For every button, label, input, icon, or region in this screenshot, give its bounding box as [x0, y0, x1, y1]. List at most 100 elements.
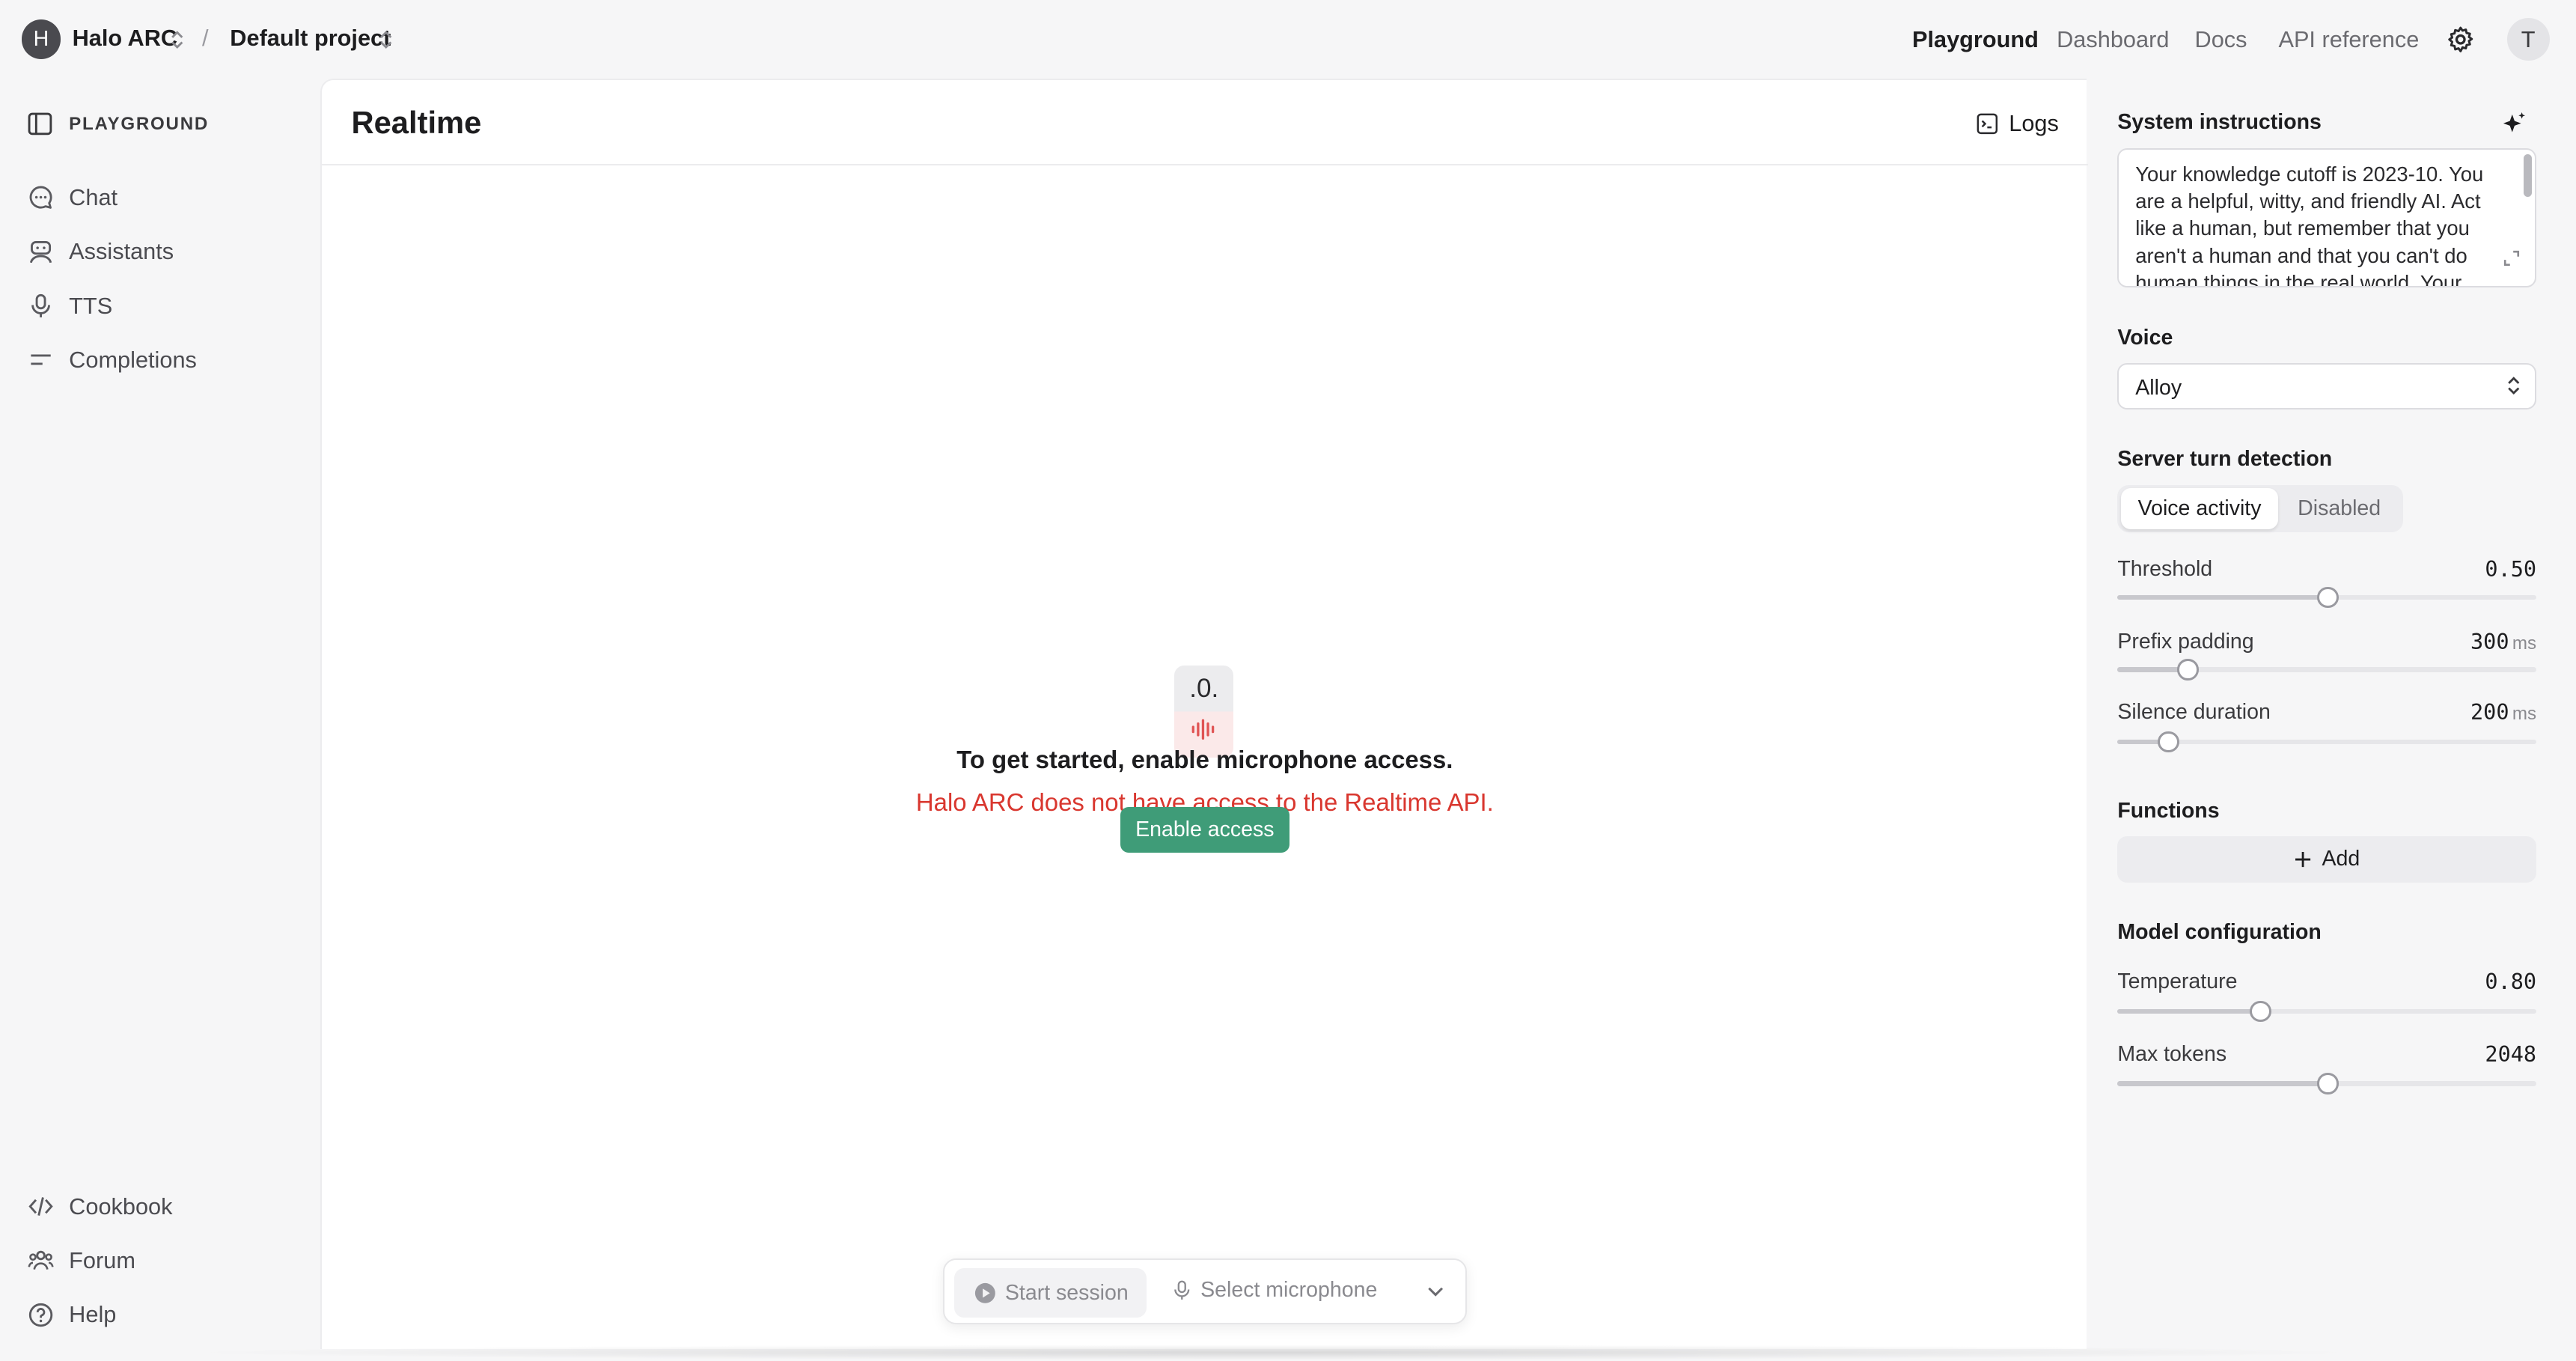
page-title: Realtime — [351, 105, 482, 141]
logs-button[interactable]: Logs — [1976, 110, 2059, 137]
turn-detection-label: Server turn detection — [2117, 447, 2333, 472]
sidebar-item-help[interactable]: Help — [28, 1301, 116, 1328]
model-config-label: Model configuration — [2117, 920, 2322, 945]
silence-duration-unit: ms — [2512, 704, 2537, 725]
add-function-label: Add — [2322, 847, 2360, 871]
sidebar-item-label: Chat — [69, 183, 118, 210]
add-function-button[interactable]: Add — [2117, 836, 2537, 883]
realtime-panel: Realtime Logs .0. To get started, enable… — [320, 79, 2088, 1350]
slider-thumb[interactable] — [2250, 1000, 2271, 1023]
threshold-value: 0.50 — [2485, 557, 2537, 582]
users-icon — [28, 1251, 54, 1270]
nav-dashboard[interactable]: Dashboard — [2057, 26, 2169, 53]
option-disabled[interactable]: Disabled — [2278, 488, 2399, 529]
system-instructions-field[interactable]: Your knowledge cutoff is 2023-10. You ar… — [2117, 147, 2537, 288]
slider-thumb[interactable] — [2317, 1073, 2339, 1094]
sidebar-item-chat[interactable]: Chat — [28, 184, 117, 211]
microphone-icon — [31, 294, 51, 318]
logs-label: Logs — [2009, 109, 2059, 136]
sparkle-icon[interactable] — [2499, 110, 2529, 140]
option-voice-activity[interactable]: Voice activity — [2120, 487, 2279, 529]
sidebar-heading[interactable]: PLAYGROUND — [28, 112, 209, 136]
start-session-button[interactable]: Start session — [953, 1268, 1147, 1318]
slider-thumb[interactable] — [2158, 731, 2179, 753]
code-icon — [28, 1197, 54, 1216]
sidebar-item-label: Cookbook — [69, 1193, 173, 1220]
voice-select[interactable]: Alloy — [2117, 363, 2537, 409]
silence-duration-number: 200 — [2470, 700, 2509, 725]
sidebar-item-cookbook[interactable]: Cookbook — [28, 1193, 173, 1220]
mic-access-message: To get started, enable microphone access… — [956, 746, 1453, 774]
slider-fill — [2117, 1081, 2328, 1086]
sidebar-item-label: Forum — [69, 1247, 135, 1273]
silence-duration-slider[interactable] — [2117, 731, 2537, 753]
scrollbar[interactable] — [2523, 154, 2532, 198]
project-chevron-icon[interactable] — [379, 30, 393, 49]
temperature-slider[interactable] — [2117, 1000, 2537, 1023]
chat-icon — [29, 186, 52, 210]
nav-docs[interactable]: Docs — [2195, 26, 2247, 53]
prefix-padding-number: 300 — [2470, 629, 2509, 654]
max-tokens-value: 2048 — [2485, 1041, 2537, 1067]
silence-duration-label: Silence duration — [2117, 700, 2271, 725]
sidebar-item-forum[interactable]: Forum — [28, 1247, 135, 1274]
threshold-label: Threshold — [2117, 557, 2213, 582]
session-controls: Start session Select microphone — [942, 1258, 1467, 1324]
sidebar-heading-label: PLAYGROUND — [69, 113, 210, 134]
threshold-slider[interactable] — [2117, 586, 2537, 609]
max-tokens-slider[interactable] — [2117, 1073, 2537, 1094]
org-switcher[interactable]: Halo ARC — [73, 25, 178, 52]
sidebar-toggle-icon[interactable] — [28, 112, 52, 136]
prefix-padding-label: Prefix padding — [2117, 629, 2254, 654]
nav-api-reference[interactable]: API reference — [2278, 26, 2419, 53]
plus-icon — [2295, 851, 2311, 868]
sidebar-item-label: TTS — [69, 292, 113, 319]
enable-access-button[interactable]: Enable access — [1120, 806, 1289, 853]
slider-fill — [2117, 594, 2328, 600]
terminal-icon — [1977, 113, 1998, 134]
sidebar-item-tts[interactable]: TTS — [28, 293, 112, 320]
functions-label: Functions — [2117, 798, 2220, 823]
audio-status-badge: .0. — [1174, 665, 1234, 758]
gear-icon[interactable] — [2446, 25, 2476, 55]
slider-thumb[interactable] — [2317, 586, 2339, 609]
bottom-shadow — [180, 1344, 2366, 1361]
app-root: H Halo ARC / Default project Playground … — [0, 0, 2576, 1361]
org-avatar[interactable]: H — [21, 19, 61, 59]
waveform-icon — [1191, 719, 1215, 740]
panel-header: Realtime Logs — [322, 80, 2088, 166]
system-instructions-text[interactable]: Your knowledge cutoff is 2023-10. You ar… — [2135, 161, 2505, 286]
sidebar-item-label: Help — [69, 1301, 117, 1328]
turn-detection-toggle: Voice activity Disabled — [2117, 484, 2404, 533]
chevron-down-icon[interactable] — [1426, 1282, 1445, 1301]
temperature-value: 0.80 — [2485, 969, 2537, 995]
slider-thumb[interactable] — [2177, 659, 2199, 680]
prefix-padding-unit: ms — [2512, 633, 2537, 654]
audio-level-text: .0. — [1189, 673, 1219, 703]
select-microphone-label: Select microphone — [1200, 1278, 1378, 1303]
prefix-padding-slider[interactable] — [2117, 659, 2537, 680]
select-microphone-button[interactable]: Select microphone — [1171, 1278, 1378, 1303]
system-instructions-label: System instructions — [2117, 110, 2322, 135]
sidebar-item-label: Completions — [69, 347, 197, 374]
temperature-label: Temperature — [2117, 969, 2238, 994]
user-avatar[interactable]: T — [2506, 18, 2550, 61]
voice-label: Voice — [2117, 325, 2173, 350]
top-bar: H Halo ARC / Default project Playground … — [0, 0, 2576, 79]
project-switcher[interactable]: Default project — [230, 25, 391, 52]
sidebar-item-assistants[interactable]: Assistants — [28, 238, 174, 265]
start-session-label: Start session — [1004, 1280, 1129, 1305]
prefix-padding-value: 300 ms — [2432, 630, 2536, 654]
max-tokens-label: Max tokens — [2117, 1041, 2227, 1066]
org-chevron-icon[interactable] — [171, 30, 184, 49]
nav-playground[interactable]: Playground — [1912, 26, 2039, 53]
expand-icon[interactable] — [2503, 250, 2520, 267]
voice-value: Alloy — [2135, 376, 2182, 401]
microphone-icon — [1173, 1281, 1189, 1300]
sidebar-item-completions[interactable]: Completions — [28, 347, 197, 374]
slider-fill — [2117, 1008, 2261, 1014]
assistant-icon — [30, 240, 52, 263]
sidebar-item-label: Assistants — [69, 238, 174, 265]
breadcrumb-separator: / — [201, 24, 209, 51]
help-icon — [29, 1303, 53, 1327]
